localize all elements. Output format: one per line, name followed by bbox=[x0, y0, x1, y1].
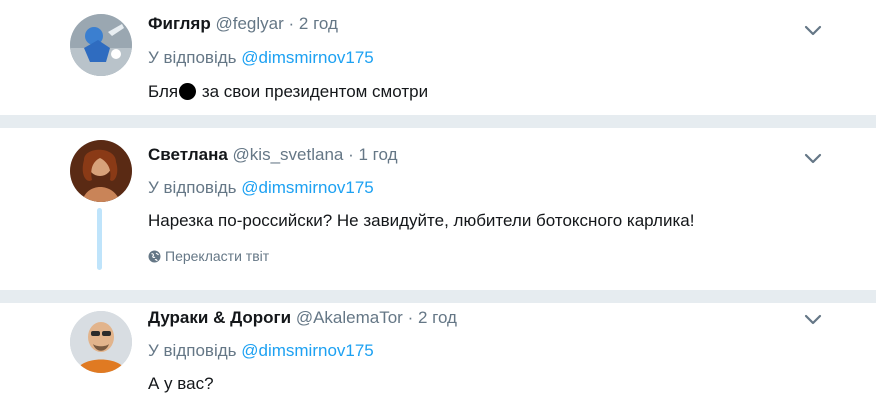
reply-to-link[interactable]: @dimsmirnov175 bbox=[241, 48, 374, 67]
tweet-text: Бля за свои президентом смотри bbox=[148, 81, 428, 103]
avatar[interactable] bbox=[70, 311, 132, 373]
author-name[interactable]: Фигляр bbox=[148, 14, 211, 33]
tweet-header: Светлана @kis_svetlana · 1 год bbox=[148, 144, 398, 166]
tweet-header: Дураки & Дороги @AkalemaTor · 2 год bbox=[148, 307, 457, 329]
author-name[interactable]: Дураки & Дороги bbox=[148, 308, 291, 327]
avatar[interactable] bbox=[70, 140, 132, 202]
avatar[interactable] bbox=[70, 14, 132, 76]
author-handle[interactable]: @kis_svetlana bbox=[233, 145, 344, 164]
reply-prefix: У відповідь bbox=[148, 341, 237, 360]
author-handle[interactable]: @feglyar bbox=[215, 14, 283, 33]
timestamp[interactable]: 1 год bbox=[359, 145, 398, 164]
timestamp[interactable]: 2 год bbox=[299, 14, 338, 33]
tweet-separator bbox=[0, 115, 876, 128]
reply-prefix: У відповідь bbox=[148, 178, 237, 197]
tweet-text: Нарезка по-российски? Не завидуйте, люби… bbox=[148, 211, 695, 230]
globe-icon bbox=[148, 250, 161, 263]
censor-blot bbox=[179, 83, 197, 100]
author-handle[interactable]: @AkalemaTor bbox=[296, 308, 403, 327]
separator-dot: · bbox=[348, 145, 354, 164]
tweet-separator bbox=[0, 290, 876, 303]
reply-context: У відповідь @dimsmirnov175 bbox=[148, 47, 374, 69]
tweet-header: Фигляр @feglyar · 2 год bbox=[148, 13, 338, 35]
reply-context: У відповідь @dimsmirnov175 bbox=[148, 177, 374, 199]
separator-dot: · bbox=[407, 308, 414, 327]
chevron-down-icon[interactable] bbox=[800, 150, 826, 168]
author-name[interactable]: Светлана bbox=[148, 145, 228, 164]
chevron-down-icon[interactable] bbox=[800, 311, 826, 329]
tweet-kis-svetlana[interactable]: Светлана @kis_svetlana · 1 год У відпові… bbox=[0, 128, 876, 290]
translate-tweet-link[interactable]: Перекласти твіт bbox=[148, 247, 269, 265]
translate-label: Перекласти твіт bbox=[165, 248, 270, 264]
reply-context: У відповідь @dimsmirnov175 bbox=[148, 340, 374, 362]
reply-thread: Фигляр @feglyar · 2 год У відповідь @dim… bbox=[0, 0, 876, 420]
timestamp[interactable]: 2 год bbox=[418, 308, 457, 327]
reply-to-link[interactable]: @dimsmirnov175 bbox=[241, 178, 374, 197]
chevron-down-icon[interactable] bbox=[800, 22, 826, 40]
tweet-text-start: Бля bbox=[148, 82, 179, 101]
reply-prefix: У відповідь bbox=[148, 48, 237, 67]
tweet-akalemator[interactable]: Дураки & Дороги @AkalemaTor · 2 год У ві… bbox=[0, 303, 876, 420]
tweet-text: А у вас? bbox=[148, 374, 214, 393]
thread-connector bbox=[97, 208, 102, 270]
tweet-feglyar[interactable]: Фигляр @feglyar · 2 год У відповідь @dim… bbox=[0, 0, 876, 115]
tweet-text-end: за свои президентом смотри bbox=[197, 82, 429, 101]
separator-dot: · bbox=[288, 14, 295, 33]
reply-to-link[interactable]: @dimsmirnov175 bbox=[241, 341, 374, 360]
